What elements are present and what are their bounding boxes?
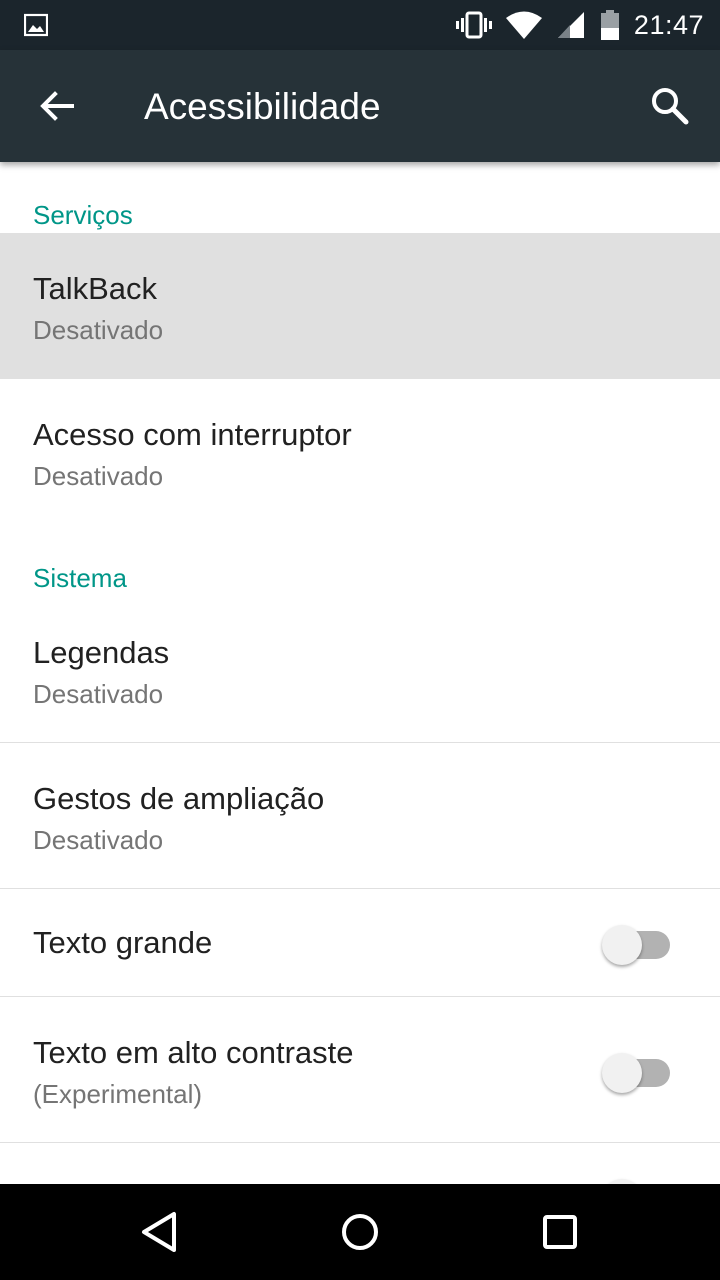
item-title: Legendas xyxy=(33,635,170,670)
high-contrast-toggle[interactable] xyxy=(602,1048,670,1093)
battery-icon xyxy=(600,10,619,40)
list-item-captions[interactable]: Legendas Desativado xyxy=(0,597,720,742)
search-icon[interactable] xyxy=(648,84,692,128)
item-summary: Desativado xyxy=(33,315,164,345)
item-summary: Desativado xyxy=(33,825,164,855)
list-item-switch-access[interactable]: Acesso com interruptor Desativado xyxy=(0,379,720,525)
partial-toggle[interactable] xyxy=(602,1174,670,1184)
list-item-high-contrast[interactable]: Texto em alto contraste (Experimental) xyxy=(0,997,720,1142)
list-item-magnification[interactable]: Gestos de ampliação Desativado xyxy=(0,743,720,888)
toggle-thumb xyxy=(602,925,642,965)
large-text-toggle[interactable] xyxy=(602,920,670,965)
section-header-system: Sistema xyxy=(33,563,127,593)
item-title: Acesso com interruptor xyxy=(33,417,352,452)
item-title: Gestos de ampliação xyxy=(33,781,325,816)
list-item-large-text[interactable]: Texto grande xyxy=(0,889,720,996)
item-summary: Desativado xyxy=(33,679,164,709)
back-triangle-icon[interactable] xyxy=(136,1208,184,1256)
signal-icon xyxy=(557,12,584,38)
clock: 21:47 xyxy=(633,9,704,40)
page-title: Acessibilidade xyxy=(144,86,381,127)
recents-square-icon[interactable] xyxy=(536,1208,584,1256)
home-circle-icon[interactable] xyxy=(336,1208,384,1256)
app-bar: Acessibilidade xyxy=(0,50,720,162)
item-title: TalkBack xyxy=(33,271,158,306)
list-item-partial[interactable] xyxy=(0,1143,720,1184)
navigation-bar xyxy=(0,1184,720,1280)
back-arrow-icon[interactable] xyxy=(36,86,76,126)
item-summary: Desativado xyxy=(33,461,164,491)
settings-list[interactable]: Serviços TalkBack Desativado Acesso com … xyxy=(0,162,720,1184)
status-bar: 21:47 xyxy=(0,0,720,50)
wifi-icon xyxy=(505,11,542,39)
image-icon xyxy=(24,13,48,37)
list-item-talkback[interactable]: TalkBack Desativado xyxy=(0,233,720,379)
section-header-services: Serviços xyxy=(33,200,133,230)
vibrate-icon xyxy=(455,11,492,39)
toggle-thumb xyxy=(602,1053,642,1093)
